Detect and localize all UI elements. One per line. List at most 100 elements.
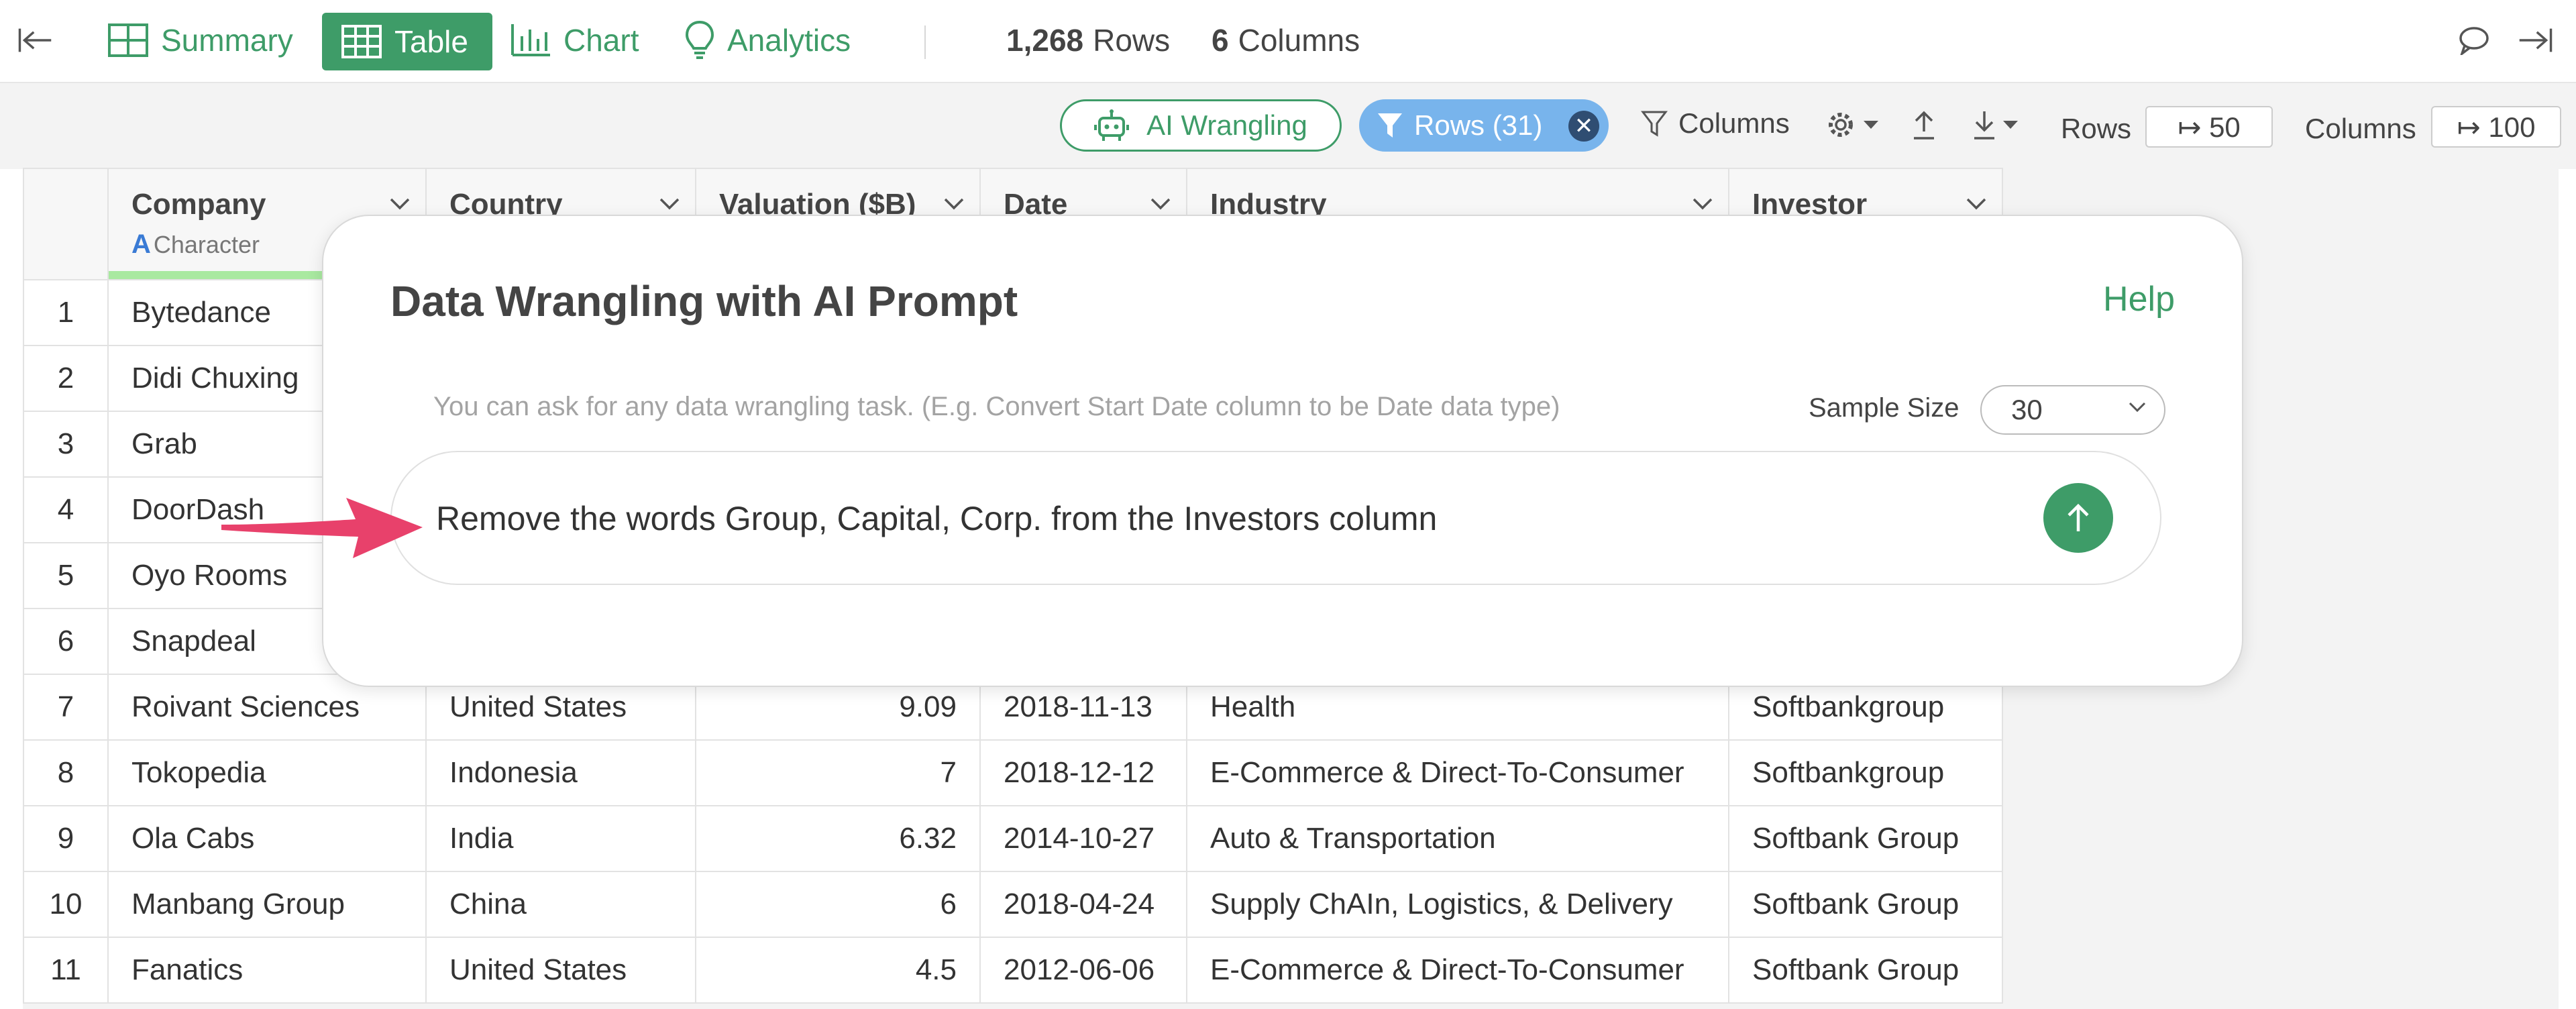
- row-number[interactable]: 3: [23, 411, 109, 478]
- comment-icon[interactable]: [2457, 8, 2504, 72]
- tab-chart[interactable]: Chart: [510, 8, 639, 72]
- cell-country[interactable]: China: [425, 871, 696, 938]
- table-row: 8 Tokopedia Indonesia 7 2018-12-12 E-Commerce…: [23, 739, 2003, 806]
- row-number[interactable]: 5: [23, 542, 109, 609]
- rows-count-number: 1,268: [1006, 23, 1084, 58]
- row-number[interactable]: 6: [23, 608, 109, 675]
- cell-industry[interactable]: Supply ChAIn, Logistics, & Delivery: [1186, 871, 1729, 938]
- pointer-arrow-icon: [221, 498, 423, 558]
- collapse-right-icon[interactable]: [2518, 8, 2565, 72]
- tab-analytics[interactable]: Analytics: [684, 8, 851, 72]
- rows-count: 1,268 Rows: [1006, 8, 1170, 72]
- row-number[interactable]: 10: [23, 871, 109, 938]
- tab-analytics-label: Analytics: [727, 23, 851, 58]
- columns-count-number: 6: [1212, 23, 1229, 58]
- chevron-down-icon[interactable]: [1966, 197, 1987, 211]
- arrow-up-icon: [2068, 503, 2089, 531]
- row-number[interactable]: 2: [23, 345, 109, 412]
- cell-industry[interactable]: Auto & Transportation: [1186, 805, 1729, 872]
- row-number[interactable]: 8: [23, 739, 109, 806]
- chevron-down-icon[interactable]: [1692, 197, 1713, 211]
- rows-filter-chip[interactable]: Rows (31) ✕: [1359, 99, 1609, 152]
- row-number[interactable]: 1: [23, 279, 109, 346]
- table-row: 10 Manbang Group China 6 2018-04-24 Supply Ch…: [23, 871, 2003, 938]
- character-type-icon: A: [131, 229, 151, 259]
- table-icon: [341, 25, 382, 58]
- cell-valuation[interactable]: 7: [695, 739, 981, 806]
- topbar-divider: [924, 25, 926, 59]
- cell-company[interactable]: Fanatics: [107, 937, 427, 1004]
- columns-filter-label: Columns: [1678, 107, 1790, 139]
- chevron-down-icon[interactable]: [943, 197, 965, 211]
- gear-icon: [1829, 113, 1853, 137]
- help-link[interactable]: Help: [2103, 279, 2175, 319]
- cell-company[interactable]: Tokopedia: [107, 739, 427, 806]
- row-number[interactable]: 4: [23, 476, 109, 543]
- download-icon: [1974, 111, 1994, 140]
- cell-investor[interactable]: Softbank Group: [1728, 937, 2003, 1004]
- cell-company[interactable]: Manbang Group: [107, 871, 427, 938]
- cell-industry[interactable]: E-Commerce & Direct-To-Consumer: [1186, 739, 1729, 806]
- column-type: A Character: [131, 229, 260, 260]
- cell-date[interactable]: 2012-06-06: [979, 937, 1187, 1004]
- columns-filter-button[interactable]: Columns: [1641, 107, 1790, 140]
- send-button[interactable]: [2043, 483, 2113, 553]
- cell-investor[interactable]: Softbankgroup: [1728, 739, 2003, 806]
- lightbulb-icon: [685, 20, 714, 59]
- caret-down-icon: [1864, 121, 1878, 129]
- cell-company[interactable]: Ola Cabs: [107, 805, 427, 872]
- table-row: 11 Fanatics United States 4.5 2012-06-06 E-Co…: [23, 937, 2003, 1004]
- settings-menu[interactable]: [1826, 110, 1880, 140]
- upload-icon: [1914, 111, 1934, 140]
- rows-limit-input[interactable]: ↦ 50: [2145, 106, 2273, 148]
- chevron-down-icon[interactable]: [1150, 197, 1171, 211]
- ai-wrangling-label: AI Wrangling: [1146, 109, 1307, 141]
- tab-summary[interactable]: Summary: [107, 8, 293, 72]
- column-name: Company: [131, 188, 266, 221]
- bar-chart-icon: [511, 24, 550, 56]
- tab-table[interactable]: Table: [322, 13, 492, 70]
- dialog-title: Data Wrangling with AI Prompt: [390, 277, 1018, 325]
- collapse-left-icon[interactable]: [17, 8, 64, 72]
- tab-chart-label: Chart: [564, 23, 639, 58]
- cell-date[interactable]: 2018-04-24: [979, 871, 1187, 938]
- sample-size-label: Sample Size: [1809, 393, 1960, 423]
- chevron-down-icon[interactable]: [389, 197, 411, 211]
- cell-investor[interactable]: Softbank Group: [1728, 871, 2003, 938]
- columns-limit-input[interactable]: ↦ 100: [2431, 106, 2561, 148]
- cell-valuation[interactable]: 6: [695, 871, 981, 938]
- ai-prompt-dialog: Data Wrangling with AI Prompt Help You c…: [322, 215, 2243, 687]
- columns-limit-label: Columns: [2305, 113, 2416, 144]
- sample-size-value: 30: [2011, 394, 2043, 425]
- cell-country[interactable]: India: [425, 805, 696, 872]
- filter-outline-icon: [1641, 111, 1668, 137]
- cell-date[interactable]: 2014-10-27: [979, 805, 1187, 872]
- cell-date[interactable]: 2018-12-12: [979, 739, 1187, 806]
- row-number[interactable]: 11: [23, 937, 109, 1004]
- chevron-down-icon[interactable]: [659, 197, 680, 211]
- rows-limit-label: Rows: [2061, 113, 2132, 144]
- download-menu[interactable]: [1972, 109, 2019, 141]
- cell-valuation[interactable]: 4.5: [695, 937, 981, 1004]
- caret-down-icon: [2003, 121, 2018, 129]
- prompt-input[interactable]: Remove the words Group, Capital, Corp. f…: [390, 451, 2161, 585]
- row-number[interactable]: 9: [23, 805, 109, 872]
- ai-wrangling-button[interactable]: AI Wrangling: [1060, 99, 1342, 152]
- chevron-down-icon: [2129, 402, 2146, 413]
- row-number[interactable]: 7: [23, 674, 109, 741]
- cell-industry[interactable]: E-Commerce & Direct-To-Consumer: [1186, 937, 1729, 1004]
- columns-count: 6 Columns: [1212, 8, 1360, 72]
- sample-size-select[interactable]: 30: [1980, 385, 2165, 435]
- summary-grid-icon: [108, 23, 148, 57]
- tab-summary-label: Summary: [161, 23, 293, 58]
- cell-investor[interactable]: Softbank Group: [1728, 805, 2003, 872]
- cell-country[interactable]: Indonesia: [425, 739, 696, 806]
- upload-button[interactable]: [1912, 109, 1936, 141]
- tab-table-label: Table: [394, 24, 468, 59]
- close-icon[interactable]: ✕: [1568, 111, 1599, 142]
- cell-valuation[interactable]: 6.32: [695, 805, 981, 872]
- cell-country[interactable]: United States: [425, 937, 696, 1004]
- table-toolbar: AI Wrangling Rows (31) ✕ Columns Rows ↦ …: [0, 83, 2576, 169]
- row-number-header: [23, 168, 109, 280]
- table-row: 9 Ola Cabs India 6.32 2014-10-27 Auto & Trans…: [23, 805, 2003, 872]
